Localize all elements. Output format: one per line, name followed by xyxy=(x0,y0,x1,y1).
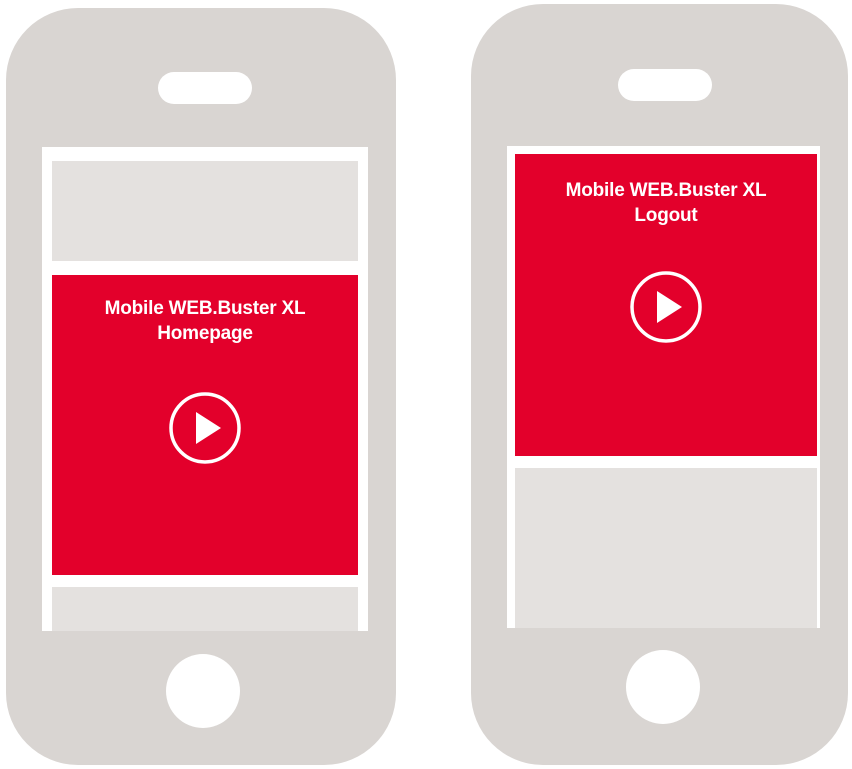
video-tile-logout[interactable]: Mobile WEB.Buster XL Logout xyxy=(515,154,817,456)
home-button xyxy=(166,654,240,728)
play-icon[interactable] xyxy=(629,270,703,344)
phone-logout: Mobile WEB.Buster XL Logout xyxy=(471,4,848,765)
placeholder-content-block xyxy=(515,468,817,628)
phone-homepage: Mobile WEB.Buster XL Homepage xyxy=(6,8,396,765)
phone-speaker xyxy=(618,69,712,101)
phone-speaker xyxy=(158,72,252,104)
video-title-line1: Mobile WEB.Buster XL xyxy=(565,180,767,201)
placeholder-banner-bottom xyxy=(52,587,358,631)
home-button xyxy=(626,650,700,724)
phone-screen: Mobile WEB.Buster XL Logout xyxy=(507,146,820,628)
video-tile-homepage[interactable]: Mobile WEB.Buster XL Homepage xyxy=(52,275,358,575)
placeholder-banner-top xyxy=(52,161,358,261)
video-title-line2: Logout xyxy=(634,205,698,226)
play-icon[interactable] xyxy=(168,391,242,465)
video-title-line1: Mobile WEB.Buster XL xyxy=(104,298,306,319)
phone-screen: Mobile WEB.Buster XL Homepage xyxy=(42,147,368,631)
video-title-line2: Homepage xyxy=(157,323,253,344)
